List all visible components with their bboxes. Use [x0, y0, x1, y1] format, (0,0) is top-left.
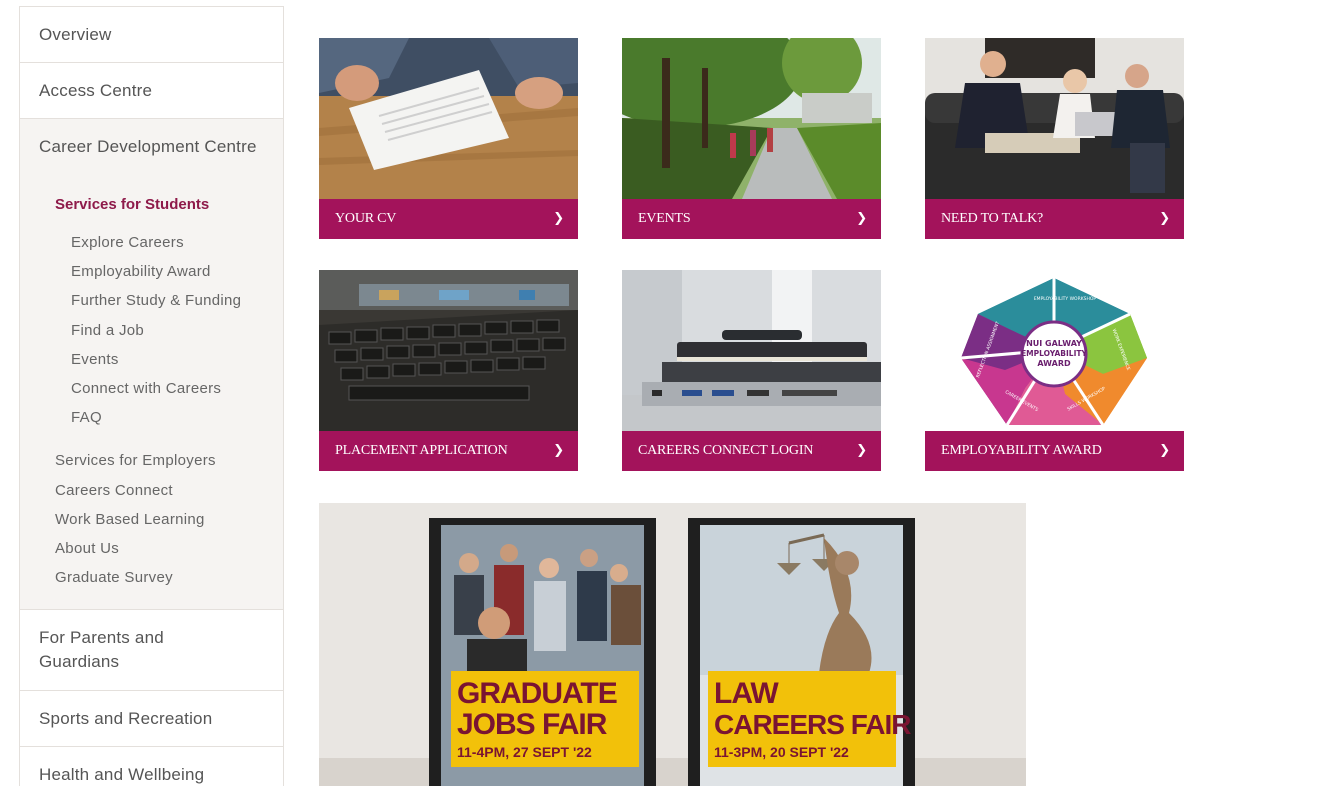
sidebar-item-career-development[interactable]: Career Development Centre [20, 119, 283, 197]
sidebar-item-overview[interactable]: Overview [20, 7, 283, 63]
award-center-line2: EMPLOYABILITY [1021, 349, 1087, 358]
tile-your-cv[interactable]: YOUR CV ❯ [319, 38, 578, 239]
students-talking-image [925, 38, 1184, 199]
sidebar-subitem-employability-award[interactable]: Employability Award [20, 262, 283, 291]
tile-label-bar: PLACEMENT APPLICATION ❯ [319, 431, 578, 471]
tile-need-to-talk[interactable]: NEED TO TALK? ❯ [925, 38, 1184, 239]
sidebar-subitem-connect-careers[interactable]: Connect with Careers [20, 379, 283, 408]
sidebar-item-graduate-survey[interactable]: Graduate Survey [20, 568, 283, 597]
tile-label-bar: EMPLOYABILITY AWARD ❯ [925, 431, 1184, 471]
poster-1-line1: GRADUATE [457, 677, 617, 710]
tile-label: EVENTS [638, 211, 691, 226]
sidebar-subitem-further-study[interactable]: Further Study & Funding [20, 291, 283, 320]
tile-careers-connect-login[interactable]: CAREERS CONNECT LOGIN ❯ [622, 270, 881, 471]
sidebar-subitem-find-job[interactable]: Find a Job [20, 321, 283, 350]
poster-1-detail: 11-4PM, 27 SEPT '22 [457, 744, 592, 760]
campus-path-image [622, 38, 881, 199]
sidebar-item-work-based-learning[interactable]: Work Based Learning [20, 510, 283, 539]
tile-placement-application[interactable]: PLACEMENT APPLICATION ❯ [319, 270, 578, 471]
award-center-line1: NUI GALWAY [1026, 339, 1082, 348]
tile-label: YOUR CV [335, 211, 397, 226]
sidebar-subitem-faq[interactable]: FAQ [20, 408, 283, 437]
devices-stack-image [622, 270, 881, 431]
sidebar-group-career-development: Career Development Centre Services for S… [20, 119, 283, 611]
tile-label-bar: CAREERS CONNECT LOGIN ❯ [622, 431, 881, 471]
sidebar-item-access-centre[interactable]: Access Centre [20, 63, 283, 119]
chevron-right-icon: ❯ [553, 443, 564, 458]
award-center-line3: AWARD [1037, 359, 1071, 368]
poster-1-line2: JOBS FAIR [457, 708, 608, 741]
chevron-right-icon: ❯ [1159, 211, 1170, 226]
sidebar-item-sports[interactable]: Sports and Recreation [20, 691, 283, 748]
poster-2-line2: CAREERS FAIR [714, 709, 911, 740]
sidebar-item-parents[interactable]: For Parents and Guardians [20, 610, 220, 690]
sidebar-nav: Overview Access Centre Career Developmen… [19, 6, 284, 786]
tile-employability-award[interactable]: NUI GALWAY EMPLOYABILITY AWARD EMPLOYABI… [925, 270, 1184, 471]
poster-2-detail: 11-3PM, 20 SEPT '22 [714, 744, 849, 760]
tile-events[interactable]: EVENTS ❯ [622, 38, 881, 239]
sidebar-item-careers-connect[interactable]: Careers Connect [20, 481, 283, 510]
cv-handover-image [319, 38, 578, 199]
sidebar-subitem-explore-careers[interactable]: Explore Careers [20, 233, 283, 262]
award-segment-employability: EMPLOYABILITY WORKSHOP [1034, 296, 1097, 302]
laptop-keyboard-image [319, 270, 578, 431]
chevron-right-icon: ❯ [856, 443, 867, 458]
careers-fairs-banner[interactable]: GRADUATE JOBS FAIR 11-4PM, 27 SEPT '22 L… [319, 503, 1026, 786]
tile-label-bar: NEED TO TALK? ❯ [925, 199, 1184, 239]
sidebar-item-services-employers[interactable]: Services for Employers [20, 451, 283, 480]
tile-label-bar: YOUR CV ❯ [319, 199, 578, 239]
tile-label: PLACEMENT APPLICATION [335, 443, 508, 458]
tile-label-bar: EVENTS ❯ [622, 199, 881, 239]
tile-label: CAREERS CONNECT LOGIN [638, 443, 814, 458]
tile-label: EMPLOYABILITY AWARD [941, 443, 1102, 458]
tile-label: NEED TO TALK? [941, 211, 1044, 226]
chevron-right-icon: ❯ [856, 211, 867, 226]
sidebar-item-health[interactable]: Health and Wellbeing [20, 747, 283, 786]
sidebar-item-about-us[interactable]: About Us [20, 539, 283, 568]
sidebar-item-services-students[interactable]: Services for Students [20, 197, 283, 233]
sidebar-subitem-events[interactable]: Events [20, 350, 283, 379]
employability-award-pentagon: NUI GALWAY EMPLOYABILITY AWARD EMPLOYABI… [925, 270, 1184, 431]
poster-2-line1: LAW [714, 677, 779, 710]
chevron-right-icon: ❯ [553, 211, 564, 226]
chevron-right-icon: ❯ [1159, 443, 1170, 458]
